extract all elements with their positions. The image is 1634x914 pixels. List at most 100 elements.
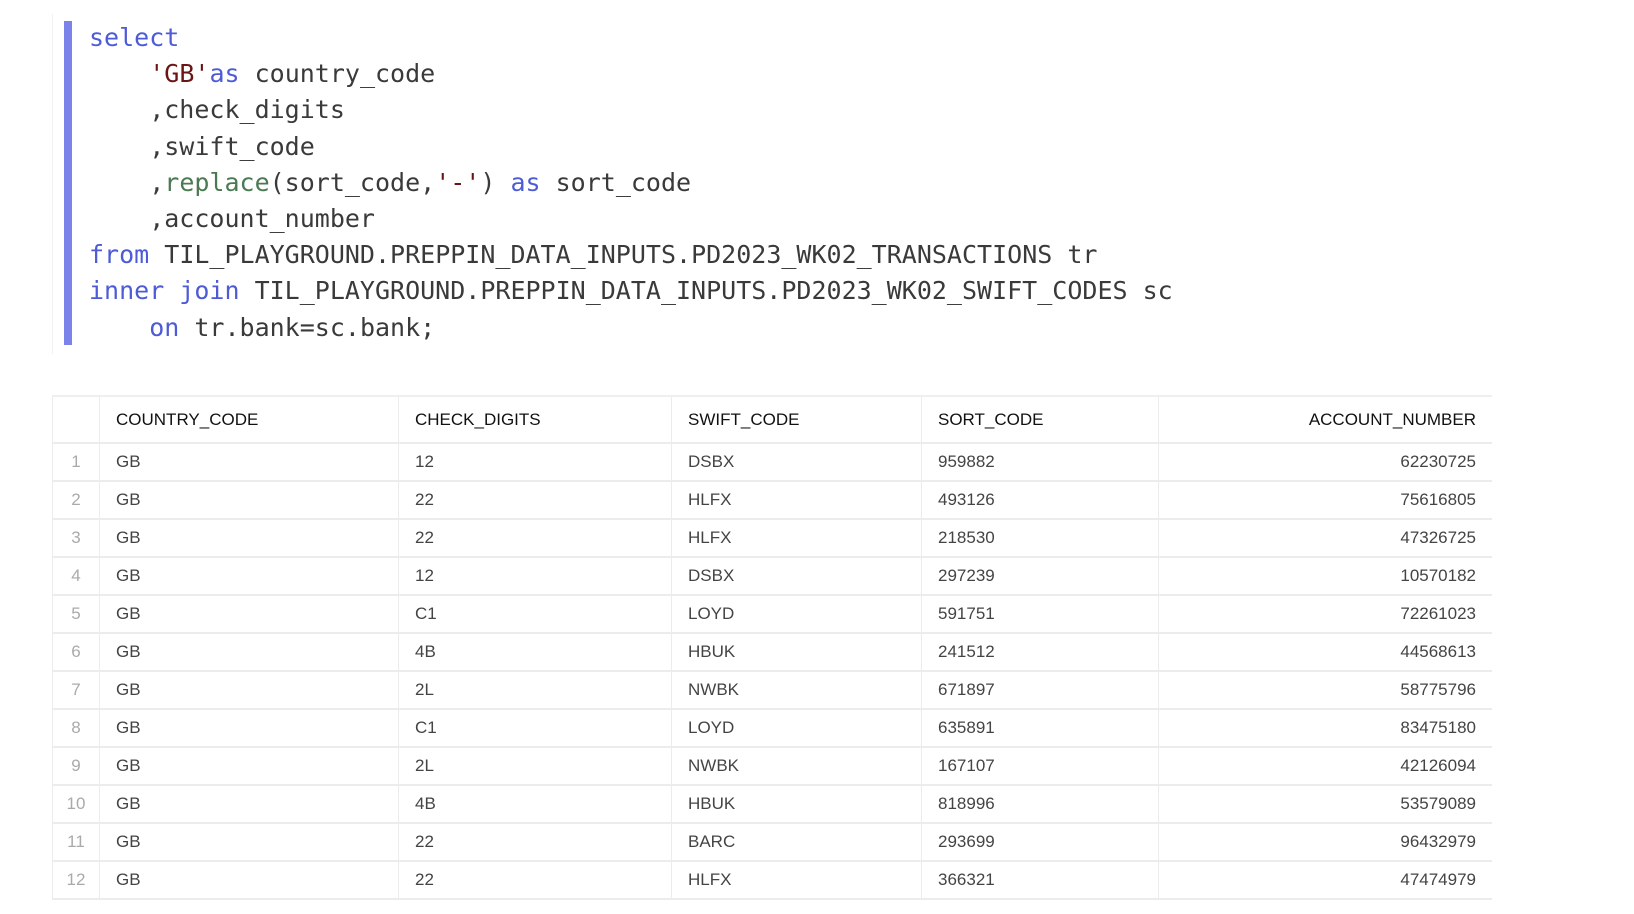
account-number-cell: 96432979 [1158,823,1492,862]
sql-keyword: as [510,167,541,197]
sql-function: replace [164,167,270,197]
account-number-cell: 53579089 [1158,785,1492,824]
country-code-cell: GB [99,595,399,634]
country-code-cell: GB [99,823,399,862]
check-digits-cell: 2L [398,747,672,786]
account-number-cell: 10570182 [1158,557,1492,596]
row-number: 3 [52,519,100,558]
sql-text: , [89,167,165,197]
check-digits-cell: 22 [398,823,672,862]
account-number-cell: 47326725 [1158,519,1492,558]
country-code-cell: GB [99,557,399,596]
row-number: 5 [52,595,100,634]
swift-code-cell: HLFX [671,481,922,520]
swift-code-cell: DSBX [671,443,922,482]
code-line: on tr.bank=sc.bank; [89,310,1173,346]
column-header-swift-code[interactable]: SWIFT_CODE [671,395,922,444]
swift-code-cell: HLFX [671,519,922,558]
sql-keyword: inner join [89,276,240,306]
sort-code-cell: 241512 [921,633,1159,672]
account-number-cell: 47474979 [1158,861,1492,900]
sql-text: ) [480,167,511,197]
sort-code-cell: 671897 [921,671,1159,710]
code-line: select [89,20,1173,56]
sql-text: ,check_digits [89,95,345,125]
row-number: 7 [52,671,100,710]
table-row[interactable]: 1 GB 12 DSBX 959882 62230725 [52,443,1492,482]
sql-string: '-' [435,167,481,197]
check-digits-cell: 22 [398,519,672,558]
account-number-cell: 44568613 [1158,633,1492,672]
swift-code-cell: LOYD [671,709,922,748]
sql-text: TIL_PLAYGROUND.PREPPIN_DATA_INPUTS.PD202… [149,240,1098,270]
column-header-sort-code[interactable]: SORT_CODE [921,395,1159,444]
table-row[interactable]: 11 GB 22 BARC 293699 96432979 [52,823,1492,862]
code-line: ,swift_code [89,129,1173,165]
country-code-cell: GB [99,443,399,482]
table-row[interactable]: 5 GB C1 LOYD 591751 72261023 [52,595,1492,634]
column-header-country-code[interactable]: COUNTRY_CODE [99,395,399,444]
account-number-cell: 58775796 [1158,671,1492,710]
account-number-cell: 72261023 [1158,595,1492,634]
sql-keyword: select [89,23,180,52]
swift-code-cell: LOYD [671,595,922,634]
check-digits-cell: C1 [398,595,672,634]
sql-text: ,swift_code [89,131,315,161]
sql-text: country_code [239,59,436,89]
check-digits-cell: C1 [398,709,672,748]
check-digits-cell: 2L [398,671,672,710]
swift-code-cell: HBUK [671,785,922,824]
country-code-cell: GB [99,709,399,748]
country-code-cell: GB [99,481,399,520]
sql-keyword: from [89,240,150,270]
code-line: ,account_number [89,201,1173,237]
swift-code-cell: NWBK [671,747,922,786]
code-line: ,replace(sort_code,'-') as sort_code [89,165,1173,201]
sql-editor[interactable]: select 'GB'as country_code ,check_digits… [52,14,1473,354]
table-row[interactable]: 3 GB 22 HLFX 218530 47326725 [52,519,1492,558]
swift-code-cell: DSBX [671,557,922,596]
table-header-row: COUNTRY_CODE CHECK_DIGITS SWIFT_CODE SOR… [52,395,1492,444]
country-code-cell: GB [99,747,399,786]
table-row[interactable]: 12 GB 22 HLFX 366321 47474979 [52,861,1492,900]
country-code-cell: GB [99,861,399,900]
sql-keyword: as [209,59,240,89]
sql-code[interactable]: select 'GB'as country_code ,check_digits… [89,20,1173,346]
code-line: from TIL_PLAYGROUND.PREPPIN_DATA_INPUTS.… [89,237,1173,273]
sort-code-cell: 293699 [921,823,1159,862]
sort-code-cell: 493126 [921,481,1159,520]
row-number: 2 [52,481,100,520]
column-header-account-number[interactable]: ACCOUNT_NUMBER [1158,395,1492,444]
sql-text: TIL_PLAYGROUND.PREPPIN_DATA_INPUTS.PD202… [239,276,1173,306]
row-number-header [52,395,100,444]
sort-code-cell: 297239 [921,557,1159,596]
code-line: 'GB'as country_code [89,56,1173,92]
table-row[interactable]: 10 GB 4B HBUK 818996 53579089 [52,785,1492,824]
swift-code-cell: BARC [671,823,922,862]
code-line: ,check_digits [89,92,1173,128]
row-number: 10 [52,785,100,824]
table-row[interactable]: 6 GB 4B HBUK 241512 44568613 [52,633,1492,672]
table-row[interactable]: 8 GB C1 LOYD 635891 83475180 [52,709,1492,748]
country-code-cell: GB [99,633,399,672]
table-row[interactable]: 9 GB 2L NWBK 167107 42126094 [52,747,1492,786]
table-row[interactable]: 4 GB 12 DSBX 297239 10570182 [52,557,1492,596]
sql-string: 'GB' [149,59,210,89]
swift-code-cell: HBUK [671,633,922,672]
account-number-cell: 42126094 [1158,747,1492,786]
table-row[interactable]: 7 GB 2L NWBK 671897 58775796 [52,671,1492,710]
country-code-cell: GB [99,785,399,824]
row-number: 6 [52,633,100,672]
code-line: inner join TIL_PLAYGROUND.PREPPIN_DATA_I… [89,273,1173,309]
sort-code-cell: 366321 [921,861,1159,900]
check-digits-cell: 4B [398,633,672,672]
column-header-check-digits[interactable]: CHECK_DIGITS [398,395,672,444]
row-number: 11 [52,823,100,862]
swift-code-cell: NWBK [671,671,922,710]
check-digits-cell: 12 [398,557,672,596]
sort-code-cell: 818996 [921,785,1159,824]
row-number: 1 [52,443,100,482]
table-row[interactable]: 2 GB 22 HLFX 493126 75616805 [52,481,1492,520]
